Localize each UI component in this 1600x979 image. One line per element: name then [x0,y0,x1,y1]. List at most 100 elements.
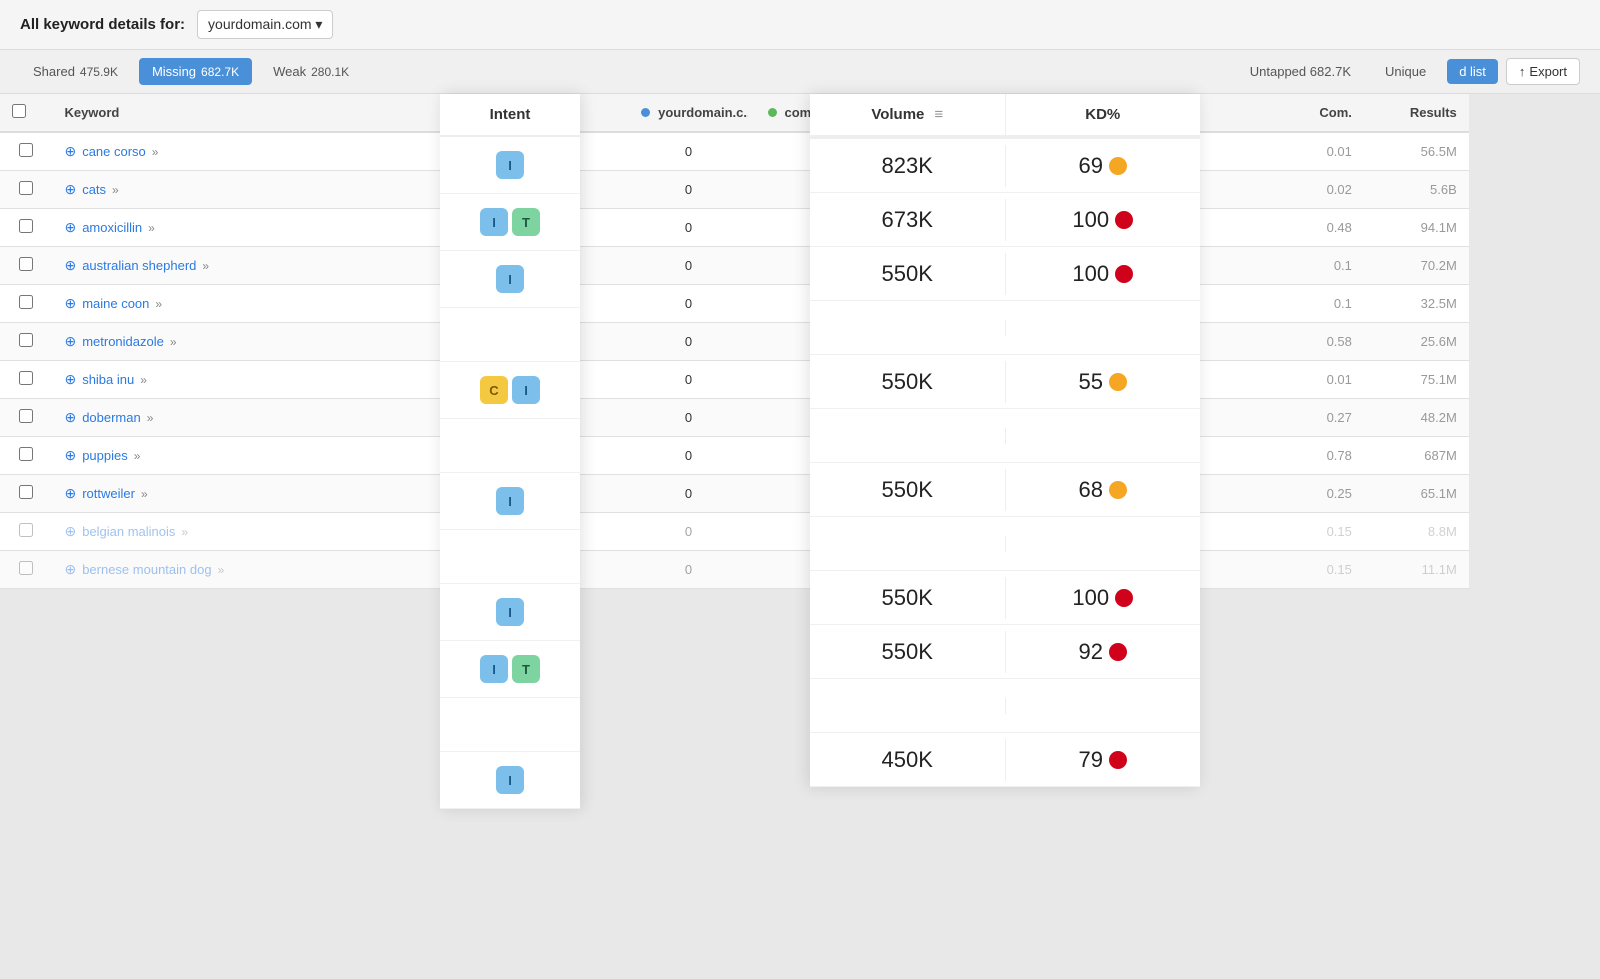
keyword-cell[interactable]: ⊕ puppies » [52,437,419,475]
keyword-cell[interactable]: ⊕ shiba inu » [52,361,419,399]
row-checkbox-cell[interactable] [0,209,52,247]
yourdomain-pos: 0 [629,323,747,361]
intent-row: I [440,251,580,308]
keyword-link[interactable]: puppies [82,448,128,463]
tab-shared[interactable]: Shared 475.9K [20,58,131,85]
row-checkbox[interactable] [19,143,33,157]
yourdomain-pos: 0 [629,513,747,551]
keyword-link[interactable]: maine coon [82,296,149,311]
row-checkbox-cell[interactable] [0,171,52,209]
row-checkbox-cell[interactable] [0,475,52,513]
export-button[interactable]: ↑ Export [1506,58,1580,85]
vol-kd-rows: 823K 69 673K 100 550K 100 550K [810,139,1200,787]
row-checkbox-cell[interactable] [0,437,52,475]
intent-cell: I [496,598,524,626]
intent-row: I [440,584,580,641]
add-keyword-icon[interactable]: ⊕ [64,447,76,464]
add-list-button[interactable]: d list [1447,59,1498,84]
add-keyword-icon[interactable]: ⊕ [64,371,76,388]
keyword-link[interactable]: belgian malinois [82,524,175,539]
add-keyword-icon[interactable]: ⊕ [64,333,76,350]
table-row: ⊕ bernese mountain dog » 0 0.15 11.1M [0,551,1600,589]
keyword-link[interactable]: cats [82,182,106,197]
add-keyword-icon[interactable]: ⊕ [64,485,76,502]
row-checkbox-cell[interactable] [0,399,52,437]
kd-indicator [1109,751,1127,769]
intent-row: IT [440,194,580,251]
row-checkbox[interactable] [19,561,33,575]
row-checkbox[interactable] [19,295,33,309]
keyword-cell[interactable]: ⊕ belgian malinois » [52,513,419,551]
volume-value: 823K [882,153,933,178]
com-header[interactable]: Com. [1207,94,1364,132]
tab-untapped[interactable]: Untapped 682.7K [1237,58,1364,85]
keyword-link[interactable]: cane corso [82,144,146,159]
kd-value: 100 [1072,585,1109,611]
keyword-cell[interactable]: ⊕ amoxicillin » [52,209,419,247]
keyword-cell[interactable]: ⊕ bernese mountain dog » [52,551,419,589]
kd-cell [1006,536,1201,552]
com-value: 0.1 [1207,285,1364,323]
yourdomain-dot [641,108,650,117]
kd-indicator [1109,643,1127,661]
keyword-cell[interactable]: ⊕ maine coon » [52,285,419,323]
add-keyword-icon[interactable]: ⊕ [64,181,76,198]
keyword-link[interactable]: australian shepherd [82,258,196,273]
checkbox-header[interactable] [0,94,52,132]
keyword-link[interactable]: bernese mountain dog [82,562,211,577]
row-checkbox[interactable] [19,371,33,385]
intent-badge-i: I [480,208,508,236]
volume-panel-header[interactable]: Volume ≡ [810,94,1006,137]
keyword-link[interactable]: shiba inu [82,372,134,387]
intent-row: I [440,752,580,809]
keyword-link[interactable]: rottweiler [82,486,135,501]
keyword-cell[interactable]: ⊕ metronidazole » [52,323,419,361]
keyword-cell[interactable]: ⊕ australian shepherd » [52,247,419,285]
row-checkbox-cell[interactable] [0,132,52,171]
keyword-cell[interactable]: ⊕ doberman » [52,399,419,437]
add-keyword-icon[interactable]: ⊕ [64,143,76,160]
keyword-link[interactable]: metronidazole [82,334,164,349]
add-keyword-icon[interactable]: ⊕ [64,409,76,426]
com-value: 0.48 [1207,209,1364,247]
keyword-cell[interactable]: ⊕ cats » [52,171,419,209]
row-checkbox-cell[interactable] [0,513,52,551]
add-keyword-icon[interactable]: ⊕ [64,219,76,236]
row-checkbox[interactable] [19,485,33,499]
row-checkbox[interactable] [19,257,33,271]
keyword-cell[interactable]: ⊕ cane corso » [52,132,419,171]
keyword-link[interactable]: doberman [82,410,141,425]
row-checkbox-cell[interactable] [0,285,52,323]
row-checkbox[interactable] [19,219,33,233]
volume-cell: 550K [810,469,1006,511]
chevron-icon: » [152,145,159,159]
row-checkbox[interactable] [19,409,33,423]
keyword-cell[interactable]: ⊕ rottweiler » [52,475,419,513]
intent-badge-i: I [496,151,524,179]
kd-value: 92 [1079,639,1103,665]
add-keyword-icon[interactable]: ⊕ [64,561,76,578]
row-checkbox-cell[interactable] [0,551,52,589]
row-checkbox[interactable] [19,333,33,347]
results-header[interactable]: Results [1364,94,1469,132]
tab-missing[interactable]: Missing 682.7K [139,58,252,85]
row-checkbox[interactable] [19,181,33,195]
domain-selector[interactable]: yourdomain.com ▾ [197,10,333,39]
row-checkbox-cell[interactable] [0,361,52,399]
add-keyword-icon[interactable]: ⊕ [64,295,76,312]
row-checkbox-cell[interactable] [0,323,52,361]
tab-unique[interactable]: Unique [1372,58,1439,85]
intent-row: CI [440,362,580,419]
com-value: 0.01 [1207,361,1364,399]
row-checkbox[interactable] [19,523,33,537]
results-value: 8.8M [1364,513,1469,551]
kd-panel-header[interactable]: KD% [1006,94,1201,137]
row-checkbox-cell[interactable] [0,247,52,285]
tab-weak[interactable]: Weak 280.1K [260,58,362,85]
keyword-link[interactable]: amoxicillin [82,220,142,235]
volume-cell: 550K [810,361,1006,403]
add-keyword-icon[interactable]: ⊕ [64,257,76,274]
keyword-header[interactable]: Keyword [52,94,419,132]
row-checkbox[interactable] [19,447,33,461]
add-keyword-icon[interactable]: ⊕ [64,523,76,540]
